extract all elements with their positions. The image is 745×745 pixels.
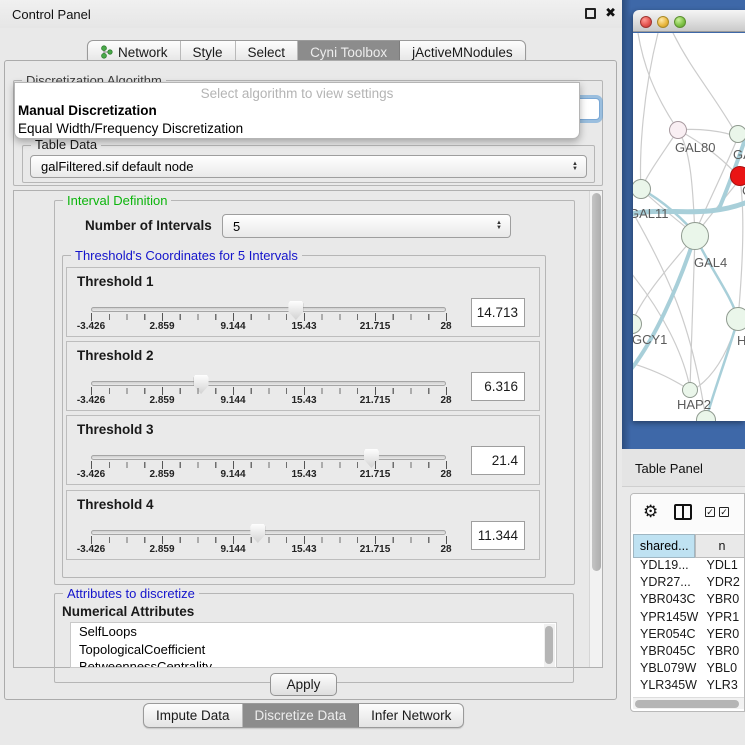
- tab-network-label: Network: [118, 45, 168, 60]
- minimize-traffic-light[interactable]: [657, 16, 669, 28]
- numerical-attributes-list[interactable]: SelfLoops TopologicalCoefficient Between…: [70, 622, 557, 668]
- split-columns-icon[interactable]: [674, 504, 692, 520]
- slider-ticks: [91, 537, 446, 543]
- threshold-3-slider-track[interactable]: [91, 455, 446, 460]
- network-node[interactable]: [726, 307, 745, 331]
- table-data-title: Table Data: [31, 137, 101, 152]
- tab-impute-data[interactable]: Impute Data: [144, 704, 243, 727]
- table-row[interactable]: YIL052CYIL0: [633, 696, 745, 697]
- node-label-partial: GA: [733, 147, 745, 162]
- threshold-2-value-field[interactable]: 6.316: [471, 372, 525, 401]
- table-panel-header: Table Panel: [622, 449, 745, 487]
- network-node[interactable]: [682, 382, 698, 398]
- number-of-intervals-combobox[interactable]: 5 ▲▼: [222, 214, 511, 238]
- list-scrollbar[interactable]: [544, 624, 555, 668]
- number-of-intervals-value: 5: [233, 219, 240, 234]
- algorithm-dropdown-popup: Select algorithm to view settings Manual…: [14, 82, 580, 139]
- threshold-1-slider-track[interactable]: [91, 307, 446, 312]
- threshold-2-panel: Threshold 2 -3.4262.8599.14415.4321.7152…: [66, 341, 540, 411]
- tab-discretize-data[interactable]: Discretize Data: [243, 704, 360, 727]
- network-window: GAL80 GA C GAL11 GAL4 GCY1 H HAP2: [633, 10, 745, 421]
- table-header-row: shared... n: [633, 534, 745, 558]
- popup-option-equal-width[interactable]: Equal Width/Frequency Discretization: [15, 119, 579, 137]
- threshold-4-value-field[interactable]: 11.344: [471, 521, 525, 550]
- table-data-combobox[interactable]: galFiltered.sif default node ▲▼: [30, 155, 587, 178]
- node-label: GAL4: [694, 255, 727, 270]
- threshold-1-value-field[interactable]: 14.713: [471, 298, 525, 327]
- scrollbar-thumb[interactable]: [635, 700, 739, 708]
- table-toolbar: ⚙ ✓ ✓: [631, 494, 744, 532]
- table-row[interactable]: YDL19...YDL1: [633, 558, 745, 575]
- interval-definition-title: Interval Definition: [63, 193, 171, 208]
- table-horizontal-scrollbar[interactable]: [633, 697, 744, 709]
- network-icon: [100, 45, 113, 59]
- table-row[interactable]: YDR27...YDR2: [633, 575, 745, 592]
- threshold-3-value-field[interactable]: 21.4: [471, 446, 525, 475]
- network-node[interactable]: [681, 222, 709, 250]
- list-item[interactable]: BetweennessCentrality: [71, 658, 556, 668]
- table-row[interactable]: YPR145WYPR1: [633, 610, 745, 627]
- node-label: GCY1: [633, 332, 667, 347]
- threshold-4-panel: Threshold 4 -3.4262.8599.14415.4321.7152…: [66, 490, 540, 560]
- table-body: YDL19...YDL1 YDR27...YDR2 YBR043CYBR0 YP…: [633, 558, 745, 696]
- main-vertical-scrollbar[interactable]: [589, 191, 602, 667]
- threshold-4-slider-track[interactable]: [91, 530, 446, 535]
- network-node[interactable]: [729, 125, 745, 143]
- threshold-coordinates-title: Threshold's Coordinates for 5 Intervals: [71, 248, 302, 263]
- table-row[interactable]: YBL079WYBL0: [633, 661, 745, 678]
- numerical-attributes-label: Numerical Attributes: [62, 604, 194, 619]
- close-icon[interactable]: ✖: [605, 5, 616, 21]
- panel-title: Control Panel: [12, 7, 91, 22]
- spinner-arrows-icon: ▲▼: [572, 162, 578, 172]
- control-panel-titlebar: Control Panel ✖: [0, 0, 622, 28]
- gear-icon[interactable]: ⚙: [643, 502, 658, 522]
- node-label: GAL80: [675, 140, 715, 155]
- scrollbar-thumb[interactable]: [545, 626, 553, 664]
- table-row[interactable]: YER054CYER0: [633, 627, 745, 644]
- popup-hint: Select algorithm to view settings: [15, 83, 579, 101]
- close-traffic-light[interactable]: [640, 16, 652, 28]
- threshold-3-panel: Threshold 3 -3.4262.8599.14415.4321.7152…: [66, 415, 540, 485]
- popup-option-manual-discretization[interactable]: Manual Discretization: [15, 101, 579, 119]
- table-row[interactable]: YBR043CYBR0: [633, 592, 745, 609]
- network-node[interactable]: [669, 121, 687, 139]
- float-window-icon[interactable]: [585, 8, 596, 19]
- attributes-to-discretize-title: Attributes to discretize: [63, 586, 199, 601]
- bottom-tab-bar: Impute Data Discretize Data Infer Networ…: [143, 703, 464, 728]
- tab-infer-network[interactable]: Infer Network: [359, 704, 463, 727]
- apply-button[interactable]: Apply: [270, 673, 337, 696]
- scrollbar-thumb[interactable]: [592, 193, 601, 571]
- table-panel-card: ⚙ ✓ ✓ shared... n YDL19...YDL1 YDR27...Y…: [630, 493, 745, 712]
- list-item[interactable]: SelfLoops: [71, 623, 556, 641]
- zoom-traffic-light[interactable]: [674, 16, 686, 28]
- checkbox-icon[interactable]: ✓: [705, 507, 715, 517]
- column-header-name[interactable]: n: [695, 534, 745, 558]
- threshold-1-panel: Threshold 1 -3.4262.8599.14415.4321.7152…: [66, 267, 540, 337]
- threshold-2-slider-track[interactable]: [91, 381, 446, 386]
- network-window-titlebar[interactable]: [633, 10, 745, 32]
- slider-ticks: [91, 314, 446, 320]
- slider-ticks: [91, 462, 446, 468]
- table-data-combobox-value: galFiltered.sif default node: [41, 159, 193, 174]
- node-label-partial: H: [737, 333, 745, 348]
- network-canvas[interactable]: GAL80 GA C GAL11 GAL4 GCY1 H HAP2: [633, 33, 745, 421]
- number-of-intervals-label: Number of Intervals: [85, 218, 212, 233]
- list-item[interactable]: TopologicalCoefficient: [71, 641, 556, 659]
- node-label: HAP2: [677, 397, 711, 412]
- table-panel-title: Table Panel: [635, 461, 703, 476]
- table-row[interactable]: YLR345WYLR3: [633, 678, 745, 695]
- slider-ticks: [91, 388, 446, 394]
- spinner-arrows-icon: ▲▼: [496, 221, 502, 231]
- column-header-shared[interactable]: shared...: [633, 534, 695, 558]
- node-label: GAL11: [633, 206, 669, 221]
- checkbox-icon[interactable]: ✓: [719, 507, 729, 517]
- table-row[interactable]: YBR045CYBR0: [633, 644, 745, 661]
